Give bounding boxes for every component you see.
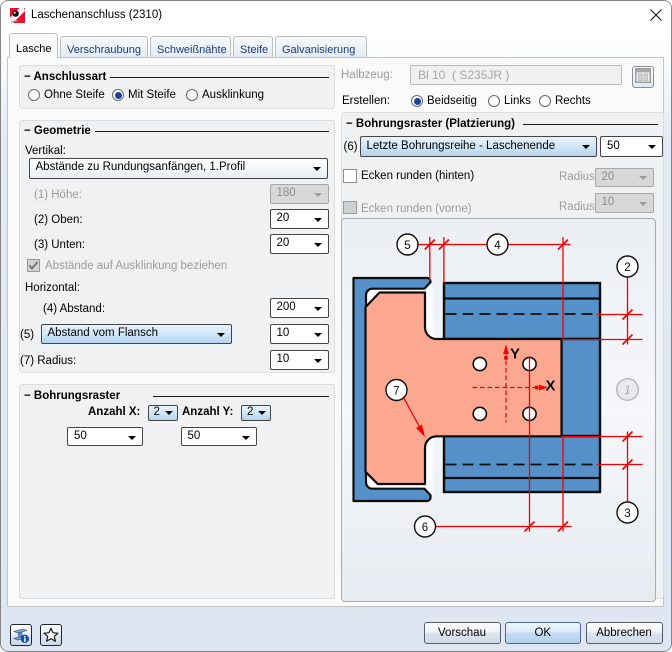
svg-text:Y: Y — [510, 345, 520, 362]
svg-text:5: 5 — [404, 240, 410, 252]
svg-text:1: 1 — [624, 385, 630, 397]
svg-text:7: 7 — [393, 385, 399, 397]
svg-text:X: X — [545, 377, 555, 394]
svg-text:2: 2 — [624, 262, 630, 274]
svg-text:6: 6 — [421, 522, 427, 534]
svg-text:4: 4 — [494, 240, 501, 252]
svg-text:3: 3 — [624, 508, 630, 520]
